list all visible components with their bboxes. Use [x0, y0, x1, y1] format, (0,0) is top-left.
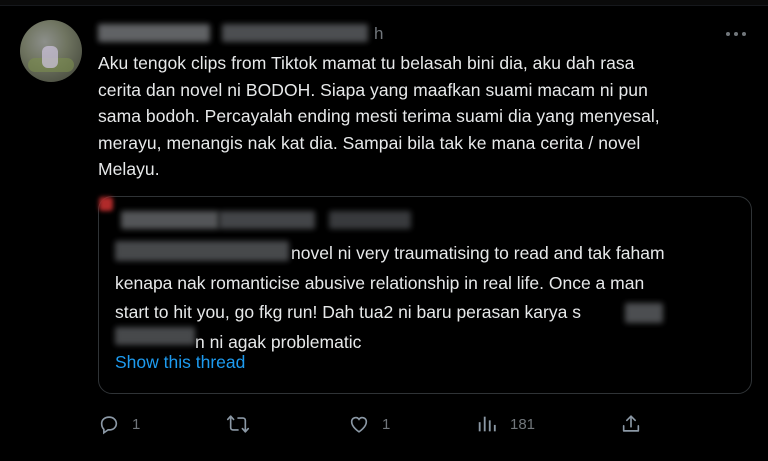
top-divider — [0, 0, 768, 6]
share-icon — [622, 415, 640, 432]
more-horizontal-icon[interactable] — [722, 26, 750, 42]
views-button[interactable]: 181 — [476, 406, 535, 442]
quoted-time-redacted — [329, 211, 411, 229]
tweet-text: Aku tengok clips from Tiktok mamat tu be… — [98, 50, 728, 183]
tweet-card: h Aku tengok clips from Tiktok mamat tu … — [0, 0, 768, 461]
retweet-icon — [226, 415, 250, 433]
tweet-line: sama bodoh. Percayalah ending mesti teri… — [98, 106, 660, 126]
view-count: 181 — [510, 415, 536, 433]
tweet-line: Melayu. — [98, 159, 160, 179]
tweet-line: merayu, menangis nak kat dia. Sampai bil… — [98, 132, 641, 153]
quoted-author-redacted — [121, 211, 219, 229]
avatar[interactable] — [20, 20, 82, 82]
heart-icon — [350, 416, 368, 433]
quoted-handle-redacted — [219, 211, 315, 229]
reply-count: 1 — [132, 415, 141, 433]
share-button[interactable] — [620, 406, 642, 442]
analytics-icon — [478, 416, 496, 432]
reply-icon — [100, 416, 118, 435]
quote-line: kenapa nak romanticise abusive relations… — [115, 272, 645, 293]
timestamp[interactable]: h — [374, 24, 383, 44]
quoted-tweet[interactable]: novel ni very traumatising to read and t… — [98, 196, 752, 394]
author-handle-redacted[interactable] — [222, 24, 368, 42]
like-count: 1 — [382, 415, 391, 433]
action-bar: 1 1 181 — [98, 406, 658, 442]
show-thread-link[interactable]: Show this thread — [115, 352, 245, 373]
quoted-avatar-redacted — [99, 197, 113, 211]
tweet-line: Aku tengok clips from Tiktok mamat tu be… — [98, 53, 635, 73]
quoted-text-redacted — [625, 303, 663, 323]
author-name-redacted[interactable] — [98, 24, 210, 42]
quoted-text-redacted — [115, 241, 289, 261]
like-button[interactable]: 1 — [348, 406, 390, 442]
reply-button[interactable]: 1 — [98, 406, 140, 442]
retweet-button[interactable] — [226, 406, 262, 442]
tweet-line: cerita dan novel ni BODOH. Siapa yang ma… — [98, 79, 648, 100]
quoted-text-redacted — [115, 327, 195, 345]
